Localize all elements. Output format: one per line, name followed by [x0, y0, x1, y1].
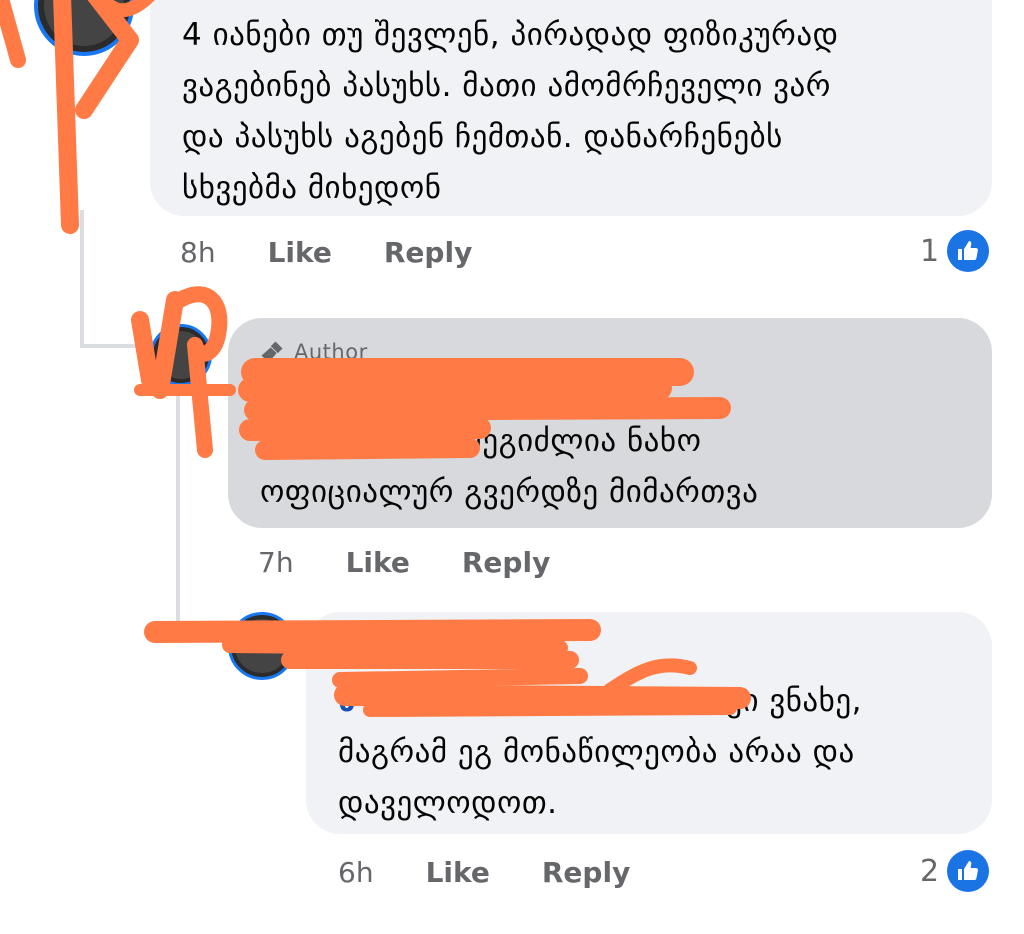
comment-text-part: კი ვნახე,: [726, 683, 862, 719]
like-button[interactable]: Like: [268, 236, 332, 269]
comment-timestamp[interactable]: 7h: [258, 546, 294, 579]
like-button[interactable]: Like: [346, 546, 410, 579]
comment-actions: 6h Like Reply: [338, 856, 630, 889]
reaction-summary[interactable]: 2: [920, 850, 990, 892]
comment-timestamp[interactable]: 8h: [180, 236, 216, 269]
author-badge: Author: [258, 338, 368, 366]
comment-text: ნ კი ვნახე, მაგრამ ეგ მონაწილეობა არაა და…: [338, 676, 978, 829]
like-button[interactable]: Like: [426, 856, 490, 889]
thread-line-elbow: [80, 344, 154, 348]
like-reaction-icon: [947, 230, 990, 272]
thread-line: [80, 210, 84, 348]
thread-line: [176, 380, 180, 642]
avatar[interactable]: [34, 0, 134, 56]
comment-timestamp[interactable]: 6h: [338, 856, 374, 889]
comment-text-line: Al ძეგიძლია ნახო: [260, 416, 980, 467]
reply-button[interactable]: Reply: [542, 856, 630, 889]
comment-actions: 7h Like Reply: [258, 546, 550, 579]
comment-text-line: დაველოდოთ.: [338, 785, 558, 821]
reaction-count: 1: [920, 233, 940, 269]
mention-link[interactable]: Al: [260, 423, 296, 459]
author-comment-bubble: Author Al ძეგიძლია ნახო ოფიციალურ გვერდზე…: [228, 318, 992, 528]
comment-text-part: ძეგიძლია ნახო: [465, 423, 702, 459]
reaction-count: 2: [920, 853, 940, 889]
author-badge-label: Author: [294, 340, 368, 364]
reply-button[interactable]: Reply: [384, 236, 472, 269]
reply-button[interactable]: Reply: [462, 546, 550, 579]
like-reaction-icon: [947, 850, 990, 892]
comment-bubble: ნ კი ვნახე, მაგრამ ეგ მონაწილეობა არაა და…: [306, 612, 992, 834]
avatar[interactable]: [150, 324, 212, 386]
thread-line-elbow: [176, 638, 232, 642]
comment-text: 4 იანები თუ შევლენ, პირადად ფიზიკურად ვა…: [182, 17, 839, 206]
mention-link[interactable]: ნ: [338, 683, 356, 719]
microphone-icon: [261, 341, 283, 363]
reaction-summary[interactable]: 1: [920, 230, 990, 272]
avatar[interactable]: [228, 612, 296, 680]
comment-bubble: 4 იანები თუ შევლენ, პირადად ფიზიკურად ვა…: [150, 0, 992, 216]
comment-text-line: მაგრამ ეგ მონაწილეობა არაა და: [338, 734, 855, 770]
comment-text: Al ძეგიძლია ნახო ოფიციალურ გვერდზე მიმართ…: [260, 416, 980, 518]
comment-text-line: ნ კი ვნახე,: [338, 676, 978, 727]
comment-text-line: ოფიციალურ გვერდზე მიმართვა: [260, 474, 759, 510]
comment-actions: 8h Like Reply: [180, 236, 472, 269]
